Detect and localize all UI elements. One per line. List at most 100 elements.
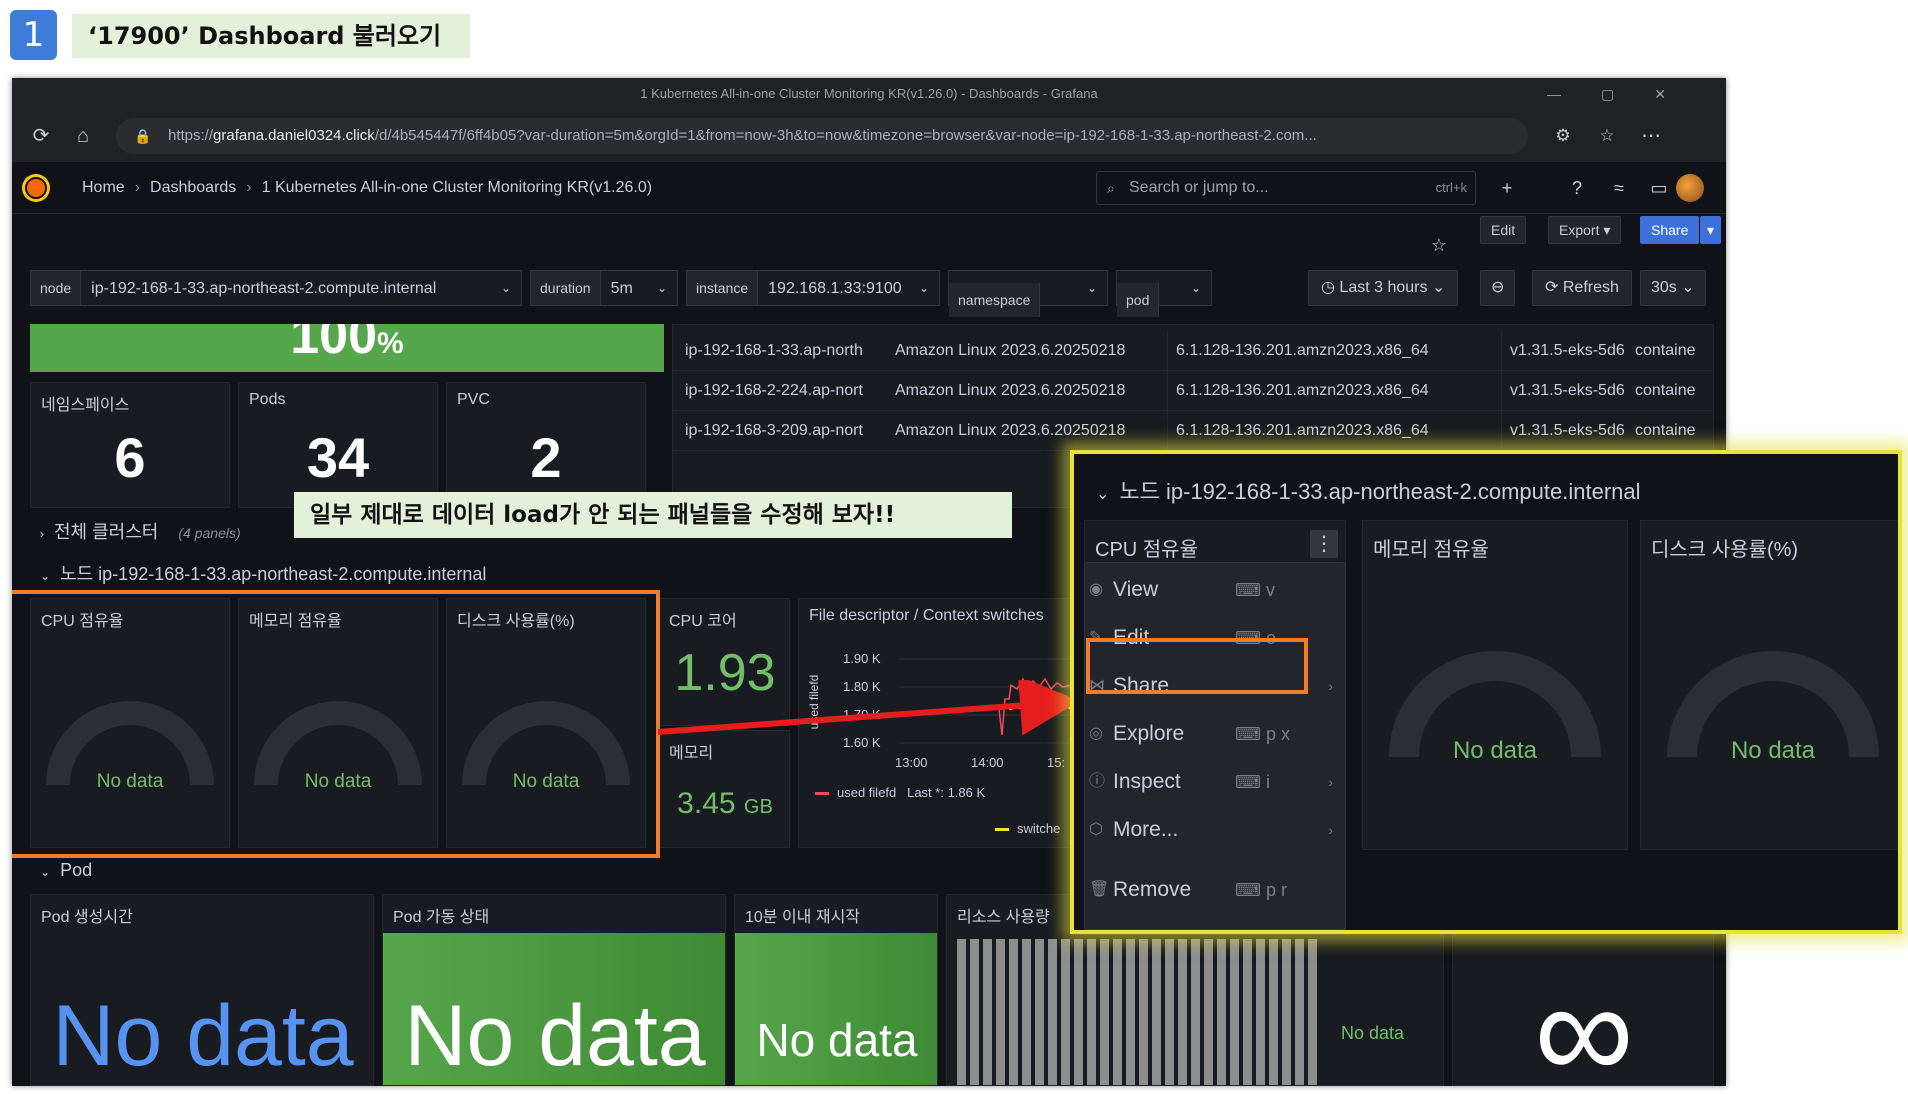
export-button[interactable]: Export ▾: [1548, 216, 1622, 244]
row-panel-count: (4 panels): [178, 525, 241, 541]
callout-note: 일부 제대로 데이터 load가 안 되는 패널들을 수정해 보자!!: [294, 492, 1012, 538]
no-data-text: No data: [1452, 737, 1538, 764]
search-icon: ⌕: [1107, 180, 1115, 196]
variable-pod[interactable]: pod ⌄: [1116, 270, 1212, 317]
panel-title: 네임스페이스: [41, 397, 130, 414]
chevron-down-icon: ⌄: [1096, 486, 1110, 503]
kiosk-icon[interactable]: ▭: [1642, 171, 1676, 205]
variable-value: [1159, 271, 1179, 305]
zoom-out-icon[interactable]: ⊖: [1480, 270, 1516, 306]
pod-restarts-panel[interactable]: 10분 이내 재시작 No data: [734, 894, 938, 1086]
variable-value: 192.168.1.33:9100: [768, 280, 902, 297]
table-row[interactable]: ip-192-168-2-224.ap-nort Amazon Linux 20…: [673, 371, 1713, 411]
window-controls[interactable]: —▢✕: [1547, 78, 1706, 110]
variable-label: node: [31, 271, 82, 305]
clock-icon: ◷: [1321, 279, 1335, 296]
menu-item-inspect[interactable]: ⓘ Inspect ⌨ i ›: [1085, 759, 1347, 805]
chevron-down-icon: ⌄: [40, 865, 51, 879]
grafana-logo-icon[interactable]: [22, 174, 50, 202]
no-data-text: No data: [52, 988, 354, 1084]
share-button[interactable]: Share: [1640, 216, 1700, 244]
avatar[interactable]: [1676, 174, 1704, 202]
row-pod[interactable]: ⌄ Pod: [40, 860, 92, 881]
search-shortcut: ctrl+k: [1435, 180, 1467, 195]
keyboard-shortcut: ⌨ v: [1235, 580, 1275, 600]
variable-label: instance: [687, 271, 759, 305]
menu-item-view[interactable]: ◉ View ⌨ v: [1085, 567, 1347, 613]
menu-item-more[interactable]: ⬡ More... ›: [1085, 807, 1347, 853]
cell-kubelet: v1.31.5-eks-5d6: [1501, 371, 1631, 411]
favorites-icon[interactable]: ☆: [1590, 118, 1624, 154]
pod-created-panel[interactable]: Pod 생성시간 No data: [30, 894, 374, 1086]
no-data-text: No data: [1730, 737, 1816, 764]
percent-number: 100: [290, 324, 378, 365]
row-node-title: 노드 ip-192-168-1-33.ap-northeast-2.comput…: [60, 564, 487, 584]
menu-item-key: v: [1265, 580, 1275, 600]
cell-runtime: containe: [1635, 342, 1696, 359]
edit-button[interactable]: Edit: [1480, 216, 1527, 244]
url-host: grafana.daniel0324.click: [213, 127, 375, 144]
refresh-interval-picker[interactable]: 30s ⌄: [1640, 270, 1706, 306]
table-row[interactable]: ip-192-168-1-33.ap-north Amazon Linux 20…: [673, 331, 1713, 371]
url-field[interactable]: 🔒 https://grafana.daniel0324.click/d/4b5…: [116, 118, 1528, 154]
legend-used-filefd[interactable]: used filefd Last *: 1.86 K: [815, 785, 985, 800]
menu-item-label: More...: [1113, 818, 1179, 841]
x-tick-label: 14:00: [971, 755, 1004, 770]
chevron-right-icon: ›: [1328, 774, 1333, 790]
x-tick-label: 13:00: [895, 755, 928, 770]
step-title: ‘17900’ Dashboard 불러오기: [72, 14, 470, 58]
panel-title: Pod 가동 상태: [393, 909, 490, 926]
browser-menu-icon[interactable]: ⋯: [1634, 118, 1668, 154]
memory-total-panel: 메모리 3.45 GB: [658, 730, 790, 848]
cell-node-name: ip-192-168-3-209.ap-nort: [685, 422, 863, 439]
panel-menu-kebab-icon[interactable]: ⋮: [1310, 530, 1338, 558]
mem-number: 3.45: [677, 787, 736, 820]
cell-kubelet: v1.31.5-eks-5d6: [1501, 411, 1631, 451]
zoom-memory-panel[interactable]: 메모리 점유율 No data: [1362, 520, 1628, 850]
search-placeholder: Search or jump to...: [1129, 179, 1269, 196]
resource-bars: [957, 939, 1319, 1085]
add-icon[interactable]: +: [1490, 171, 1524, 205]
row-cluster[interactable]: › 전체 클러스터 (4 panels): [40, 518, 241, 544]
panel-title: 디스크 사용률(%): [1651, 539, 1799, 561]
variable-namespace[interactable]: namespace ⌄: [948, 270, 1108, 317]
pod-status-panel[interactable]: Pod 가동 상태 No data: [382, 894, 726, 1086]
home-icon[interactable]: ⌂: [66, 118, 100, 154]
panel-title: CPU 점유율: [1095, 539, 1198, 561]
table-row[interactable]: ip-192-168-3-209.ap-nort Amazon Linux 20…: [673, 411, 1713, 451]
star-icon[interactable]: ☆: [1422, 228, 1456, 262]
breadcrumb-home[interactable]: Home: [82, 179, 125, 196]
news-icon[interactable]: ≈: [1602, 171, 1636, 205]
menu-item-label: Explore: [1113, 722, 1185, 745]
refresh-icon[interactable]: ⟳: [24, 118, 58, 154]
zoom-row-title[interactable]: ⌄ 노드 ip-192-168-1-33.ap-northeast-2.compu…: [1096, 474, 1641, 506]
menu-item-label: Inspect: [1113, 770, 1181, 793]
search-input[interactable]: ⌕ Search or jump to... ctrl+k: [1096, 171, 1476, 205]
stat-value: 3.45 GB: [659, 787, 791, 821]
legend-label: used filefd Last *: 1.86 K: [837, 785, 986, 800]
legend-switches[interactable]: switche: [995, 821, 1060, 836]
time-range-picker[interactable]: ◷ Last 3 hours ⌄: [1308, 270, 1459, 306]
refresh-button[interactable]: ⟳ Refresh: [1532, 270, 1632, 306]
refresh-interval-label: 30s: [1651, 279, 1677, 296]
address-bar-row: ⟳ ⌂ 🔒 https://grafana.daniel0324.click/d…: [12, 110, 1726, 162]
help-icon[interactable]: ?: [1560, 171, 1594, 205]
variable-duration[interactable]: duration 5m ⌄: [530, 270, 678, 306]
info-icon: ⓘ: [1089, 773, 1106, 790]
refresh-label: Refresh: [1562, 279, 1619, 296]
url-scheme: https://: [168, 127, 214, 144]
breadcrumb-dashboards[interactable]: Dashboards: [150, 179, 236, 196]
zoom-disk-panel[interactable]: 디스크 사용률(%) No data: [1640, 520, 1898, 850]
menu-item-explore[interactable]: ◎ Explore ⌨ p x: [1085, 711, 1347, 757]
extensions-icon[interactable]: ⚙: [1546, 118, 1580, 154]
menu-item-key: i: [1265, 772, 1270, 792]
breadcrumb: Home › Dashboards › 1 Kubernetes All-in-one …: [82, 179, 653, 196]
row-node[interactable]: ⌄ 노드 ip-192-168-1-33.ap-northeast-2.compu…: [40, 560, 486, 586]
menu-item-remove[interactable]: 🗑 Remove ⌨ p r: [1085, 867, 1347, 913]
variable-node[interactable]: node ip-192-168-1-33.ap-northeast-2.compu…: [30, 270, 522, 306]
cell-kernel: 6.1.128-136.201.amzn2023.x86_64: [1167, 331, 1497, 371]
keyboard-shortcut: ⌨ i: [1235, 772, 1270, 792]
arrow-line: [657, 680, 1080, 736]
variable-instance[interactable]: instance 192.168.1.33:9100 ⌄: [686, 270, 940, 306]
share-dropdown-button[interactable]: ▾: [1700, 216, 1722, 244]
